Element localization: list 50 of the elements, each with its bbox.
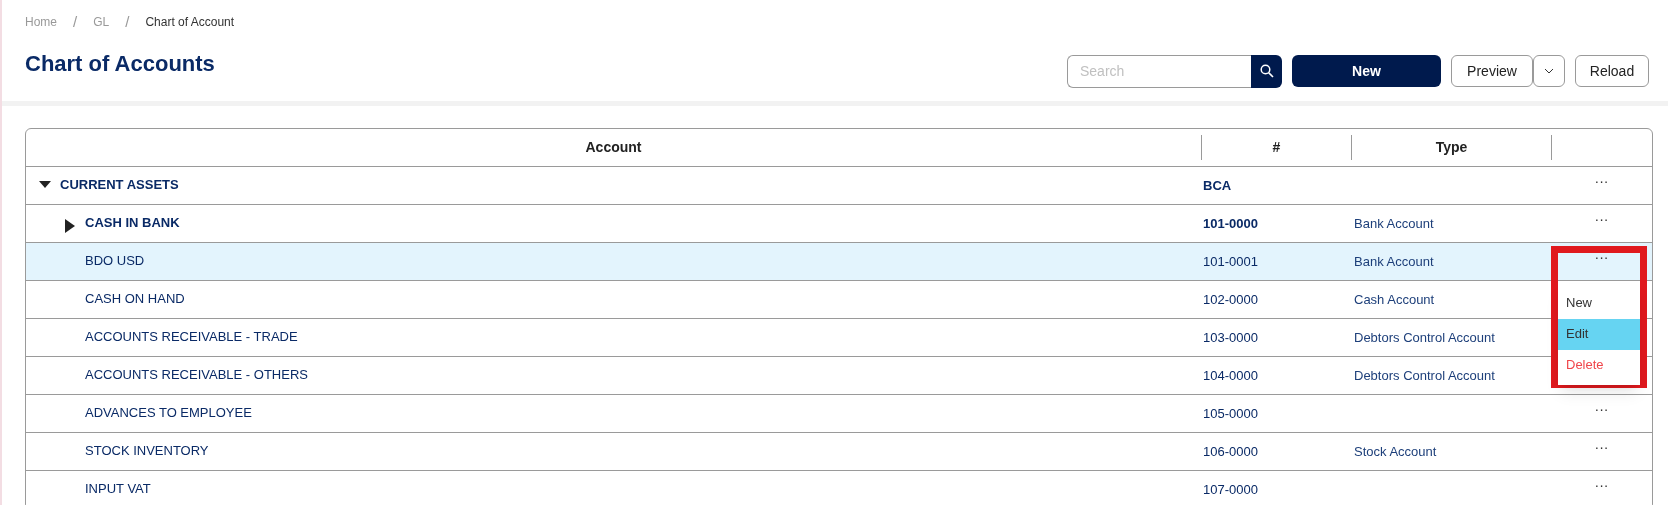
menu-item[interactable]: Edit [1558, 318, 1640, 350]
account-name: STOCK INVENTORY [85, 442, 209, 461]
more-button[interactable]: ··· [1586, 436, 1617, 458]
account-name: BDO USD [85, 252, 145, 271]
account-name: INPUT VAT [85, 480, 151, 499]
page-title: Chart of Accounts [25, 49, 215, 78]
search-field[interactable]: Search [1067, 54, 1251, 88]
account-type: Cash Account [1354, 292, 1435, 307]
column-header: # [1272, 137, 1281, 157]
preview-button[interactable]: Preview [1451, 55, 1533, 87]
breadcrumb-separator: / [73, 12, 78, 32]
account-number: 101-0000 [1203, 216, 1258, 231]
search-icon [1259, 64, 1274, 78]
account-name: ADVANCES TO EMPLOYEE [85, 404, 252, 423]
table-row[interactable]: BDO USD 101-0001 Bank Account ··· [26, 242, 1652, 281]
account-number: 106-0000 [1203, 444, 1258, 459]
account-name: CURRENT ASSETS [60, 176, 179, 195]
more-button[interactable]: ··· [1586, 208, 1617, 230]
breadcrumb-separator: / [125, 12, 130, 32]
account-number: 103-0000 [1203, 330, 1258, 345]
dropdown-button[interactable] [1533, 55, 1565, 87]
account-type: Debtors Control Account [1354, 330, 1495, 345]
caret-down-icon[interactable] [39, 181, 51, 189]
more-button[interactable]: ··· [1586, 246, 1617, 268]
more-button[interactable]: ··· [1586, 474, 1617, 496]
account-name: CASH IN BANK [85, 214, 180, 233]
account-name: ACCOUNTS RECEIVABLE - TRADE [85, 328, 298, 347]
account-number: 101-0001 [1203, 254, 1258, 269]
reload-button[interactable]: Reload [1575, 55, 1649, 87]
caret-right-icon[interactable] [65, 218, 75, 233]
account-name: CASH ON HAND [85, 290, 185, 309]
account-number: 107-0000 [1203, 482, 1258, 497]
account-number: 102-0000 [1203, 292, 1258, 307]
account-number: 104-0000 [1203, 368, 1258, 383]
menu-item[interactable]: New [1558, 287, 1640, 319]
account-type: Bank Account [1354, 254, 1434, 269]
chevron-down-icon [1544, 68, 1554, 74]
account-number: 105-0000 [1203, 406, 1258, 421]
account-number: BCA [1203, 178, 1232, 193]
more-button[interactable]: ··· [1586, 170, 1617, 192]
search-button[interactable] [1251, 54, 1282, 88]
more-button[interactable]: ··· [1586, 398, 1617, 420]
breadcrumb-current: Chart of Account [145, 14, 235, 32]
account-type: Stock Account [1354, 444, 1437, 459]
column-header: Account [585, 137, 642, 157]
account-type: Bank Account [1354, 216, 1434, 231]
column-header: Type [1435, 137, 1468, 157]
account-type: Debtors Control Account [1354, 368, 1495, 383]
account-name: ACCOUNTS RECEIVABLE - OTHERS [85, 366, 308, 385]
new-button[interactable]: New [1292, 55, 1441, 87]
